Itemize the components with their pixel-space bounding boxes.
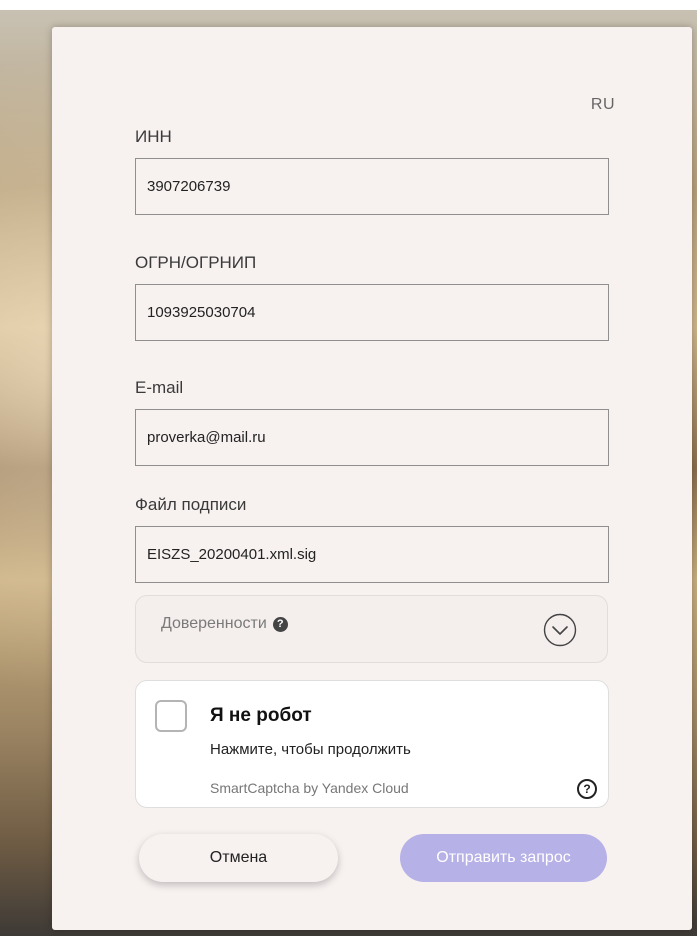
inn-label: ИНН: [135, 127, 172, 146]
question-circle-icon[interactable]: ?: [272, 617, 288, 632]
captcha-title: Я не робот: [210, 705, 312, 726]
top-strip: [0, 0, 697, 10]
email-input[interactable]: [135, 409, 609, 466]
captcha-subtitle: Нажмите, чтобы продолжить: [210, 741, 411, 758]
signature-file-input[interactable]: [135, 526, 609, 583]
power-of-attorney-section[interactable]: Доверенности?: [135, 595, 608, 663]
submit-request-button[interactable]: Отправить запрос: [400, 834, 607, 882]
power-of-attorney-label: Доверенности: [161, 615, 267, 632]
cancel-button[interactable]: Отмена: [139, 834, 338, 882]
language-switch[interactable]: RU: [591, 96, 615, 114]
captcha-help-icon[interactable]: ?: [577, 779, 597, 799]
ogrn-input[interactable]: [135, 284, 609, 341]
ogrn-label: ОГРН/ОГРНИП: [135, 253, 257, 272]
power-of-attorney-header: Доверенности?: [161, 615, 288, 633]
smartcaptcha-widget: Я не робот Нажмите, чтобы продолжить Sma…: [135, 680, 609, 808]
inn-input[interactable]: [135, 158, 609, 215]
captcha-brand[interactable]: SmartCaptcha by Yandex Cloud: [210, 780, 409, 796]
chevron-down-circle-icon[interactable]: [543, 613, 577, 647]
email-label: E-mail: [135, 378, 184, 397]
signature-label: Файл подписи: [135, 495, 247, 514]
captcha-checkbox[interactable]: [155, 700, 187, 732]
